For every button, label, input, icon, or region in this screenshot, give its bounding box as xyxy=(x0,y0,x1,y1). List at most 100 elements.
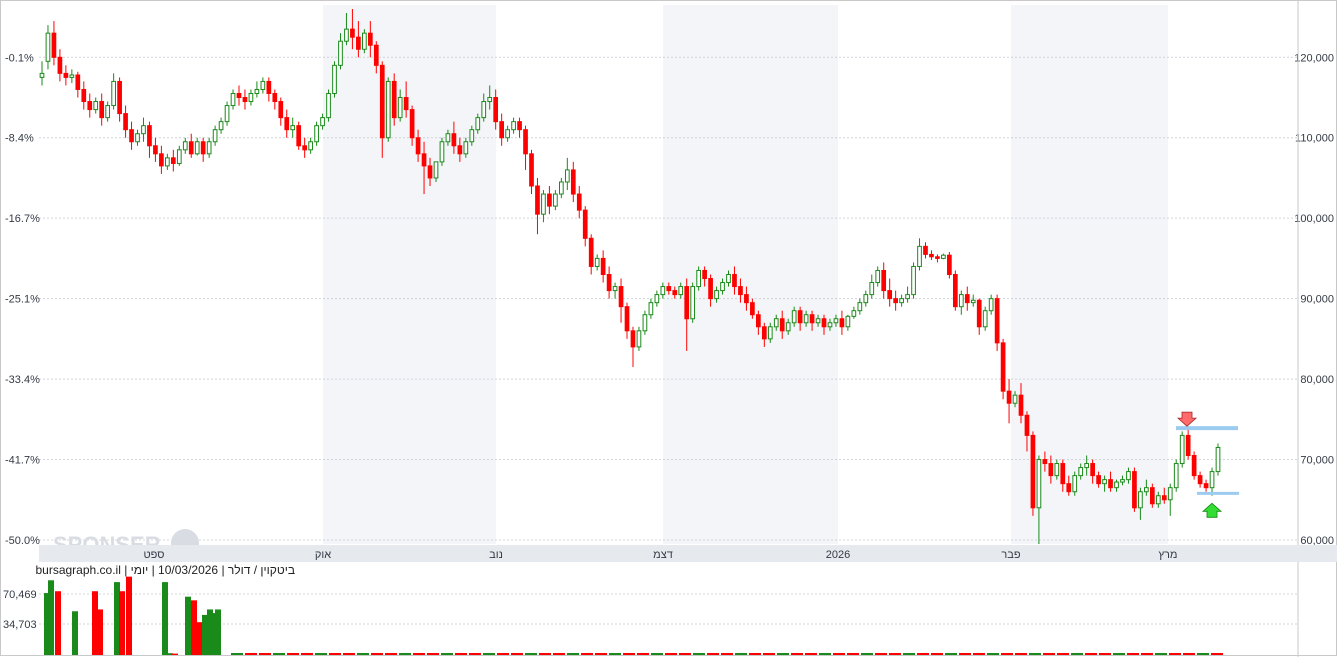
candle-body xyxy=(1191,455,1197,477)
candle-body xyxy=(761,326,767,340)
volume-bar xyxy=(651,653,663,655)
candle-body xyxy=(1042,459,1048,465)
volume-bar xyxy=(749,653,761,655)
volume-bar xyxy=(301,653,313,655)
candle-body xyxy=(218,121,224,131)
candle-body xyxy=(439,141,445,163)
candle-body xyxy=(809,314,815,324)
candle-body xyxy=(129,129,134,143)
volume-bar xyxy=(763,653,775,655)
candle-body xyxy=(839,318,845,328)
candle-body xyxy=(929,253,934,258)
candle-body xyxy=(952,274,958,308)
x-tick-label: נוב xyxy=(489,549,503,561)
volume-bar xyxy=(959,653,971,655)
candle-body xyxy=(523,129,528,155)
candle-body xyxy=(1203,483,1209,489)
candle-body xyxy=(636,330,642,348)
candle-body xyxy=(159,153,164,167)
candle-body xyxy=(379,64,385,139)
month-band xyxy=(323,5,496,544)
volume-bar xyxy=(889,653,901,655)
candle-body xyxy=(594,257,600,267)
volume-bar xyxy=(1197,653,1209,655)
volume-bar xyxy=(385,653,397,655)
candle-body xyxy=(642,314,648,332)
volume-bar xyxy=(172,653,178,655)
candle-body xyxy=(1036,459,1042,509)
volume-bar xyxy=(1211,653,1223,655)
candle-body xyxy=(1185,434,1191,457)
candle-body xyxy=(1120,479,1125,483)
candle-body xyxy=(696,269,702,288)
volume-bar xyxy=(497,653,509,655)
volume-bar xyxy=(553,653,565,655)
candle-body xyxy=(421,153,427,167)
candle-body xyxy=(588,237,594,267)
candle-body xyxy=(947,254,952,275)
candle-body xyxy=(702,269,707,280)
candle-body xyxy=(791,310,797,324)
candle-body xyxy=(755,314,761,328)
candle-body xyxy=(481,101,487,119)
candle-body xyxy=(1096,475,1101,485)
candle-body xyxy=(284,117,290,131)
candle-body xyxy=(81,88,87,103)
volume-bar xyxy=(1029,653,1041,655)
candle-body xyxy=(970,299,976,304)
candle-body xyxy=(248,92,254,103)
volume-bar xyxy=(819,653,831,655)
candle-body xyxy=(1030,434,1036,509)
candle-body xyxy=(582,209,588,239)
y-tick-label-left: -41.7% xyxy=(5,455,40,467)
candle-body xyxy=(385,80,391,139)
volume-bar xyxy=(805,653,817,655)
candle-body xyxy=(570,169,576,195)
candle-body xyxy=(714,290,719,300)
volume-bar xyxy=(707,653,719,655)
y-tick-label-right: 70,000 xyxy=(1300,455,1334,467)
candle-body xyxy=(690,286,696,320)
volume-bar xyxy=(1057,653,1069,655)
volume-bar xyxy=(185,596,191,655)
candle-body xyxy=(660,286,666,296)
volume-bar xyxy=(721,653,733,655)
candle-body xyxy=(99,101,105,119)
candle-body xyxy=(732,274,737,288)
candle-body xyxy=(1132,471,1137,509)
candle-body xyxy=(994,298,1000,344)
candle-body xyxy=(451,133,457,147)
volume-bar xyxy=(357,653,369,655)
volume-bar xyxy=(693,653,705,655)
y-tick-label-right: 120,000 xyxy=(1294,52,1334,64)
candle-body xyxy=(624,306,630,332)
candle-body xyxy=(75,74,81,90)
candle-body xyxy=(57,56,63,74)
candle-body xyxy=(833,318,839,324)
y-tick-label-left: -0.1% xyxy=(5,52,34,64)
volume-bar xyxy=(931,653,943,655)
candle-body xyxy=(923,245,928,255)
candle-body xyxy=(290,125,296,131)
candle-body xyxy=(517,121,522,131)
candle-body xyxy=(1018,394,1024,416)
volume-bar xyxy=(126,576,132,655)
candle-body xyxy=(1090,463,1095,477)
sell-arrow-icon xyxy=(1176,411,1198,427)
candle-body xyxy=(911,265,916,296)
candle-body xyxy=(1179,434,1185,465)
candle-body xyxy=(1012,394,1018,404)
candle-body xyxy=(123,113,128,131)
chart-svg: 60,000-50.0%70,000-41.7%80,000-33.4%90,0… xyxy=(3,1,1337,657)
candle-body xyxy=(815,318,821,324)
candle-body xyxy=(1000,342,1006,392)
candle-body xyxy=(308,141,313,151)
volume-bar xyxy=(875,653,887,655)
candle-body xyxy=(236,92,242,99)
candle-body xyxy=(350,28,355,38)
candle-body xyxy=(153,145,158,155)
volume-bar xyxy=(1113,653,1125,655)
volume-bar xyxy=(945,653,957,655)
candle-body xyxy=(302,145,308,151)
volume-bar xyxy=(539,653,551,655)
